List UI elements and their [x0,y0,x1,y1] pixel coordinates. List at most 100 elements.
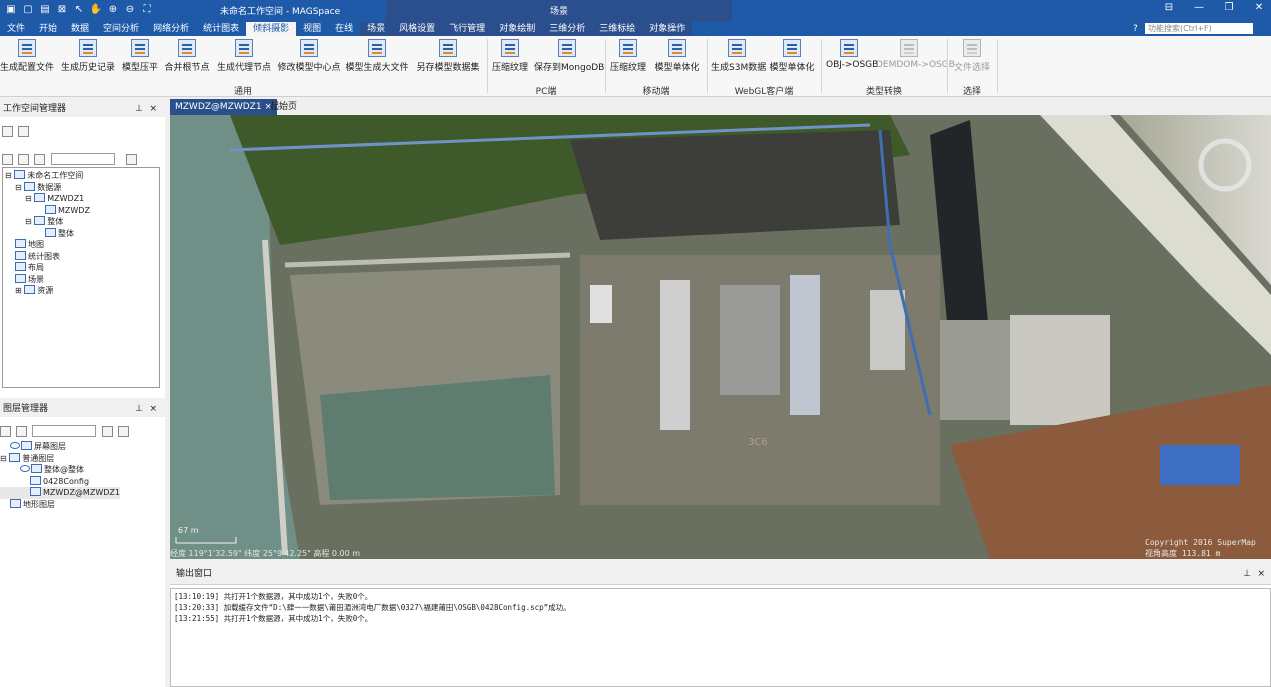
log-line: [13:20:33] 加载缓存文件“D:\肆一一数据\莆田湄洲湾电厂数据\032… [174,603,571,612]
doc-tab-scene[interactable]: MZWDZ@MZWDZ1 × [170,99,277,115]
scroll-up-icon[interactable] [125,153,137,165]
minimize-button[interactable]: — [1191,2,1207,13]
generate-history-button[interactable]: 生成历史记录 [60,39,116,73]
scene-view[interactable]: 3C6 Copyright 2016 SuperMap 视角高度 113.81 … [170,115,1271,559]
maximize-button[interactable]: ❐ [1221,2,1237,13]
close-panel-icon[interactable]: × [149,101,157,117]
modify-center-button[interactable]: 修改模型中心点 [277,39,341,73]
layer-search-input[interactable] [32,425,97,437]
doc-tab-start-page[interactable]: 起始页 [265,99,302,115]
scale-label: 67 m [178,526,199,535]
tree-node-datasources[interactable]: ⊟ 数据源 [5,181,90,194]
tab-start[interactable]: 开始 [32,22,64,36]
save-mongodb-button[interactable]: 保存到MongoDB [534,39,604,73]
tab-online[interactable]: 在线 [328,22,360,36]
search-icon[interactable] [34,153,46,165]
tree-node-scenes[interactable]: 场景 [5,273,90,286]
layer-tree: 屏幕图层 ⊟ 普通图层 整体@整体 0428Config MZWDZ@MZWDZ… [0,441,120,510]
tab-spatial-analysis[interactable]: 空间分析 [96,22,146,36]
coordinate-status: 经度 119°1'32.59" 纬度 25°9'42.25" 高程 0.00 m [170,549,361,558]
tree-node-charts[interactable]: 统计图表 [5,250,90,263]
tab-object-ops[interactable]: 对象操作 [642,22,693,36]
mobile-model-single-button[interactable]: 模型单体化 [652,39,702,73]
close-panel-icon[interactable]: × [149,401,157,417]
output-header: 输出窗口 ⊥ × [170,563,1271,585]
pin-icon[interactable]: ⊥ [135,401,143,417]
file-select-button: 文件选择 [952,39,992,73]
layer-node-screen[interactable]: 屏幕图层 [0,441,120,453]
zoom-in-icon[interactable]: ⊕ [106,3,120,17]
pc-compress-texture-button[interactable]: 压缩纹理 [491,39,529,73]
full-extent-icon[interactable]: ⛶ [140,3,154,17]
tab-file[interactable]: 文件 [0,22,32,36]
tree-node-whole-ds[interactable]: ⊟ 整体 [5,216,90,228]
tree-node-whole-dataset[interactable]: 整体 [5,227,90,240]
close-file-icon[interactable]: ⊠ [55,3,69,17]
move-up-icon[interactable] [101,425,113,437]
group-label-pc: PC端 [535,87,557,97]
pin-icon[interactable]: ⊥ [1243,563,1251,585]
properties-icon[interactable] [18,153,30,165]
tab-style[interactable]: 风格设置 [392,22,443,36]
layer-node-whole[interactable]: 整体@整体 [0,464,120,476]
generate-proxy-button[interactable]: 生成代理节点 [216,39,272,73]
tab-data[interactable]: 数据 [64,22,96,36]
pan-icon[interactable]: ✋ [89,3,103,17]
cache-layer-icon [30,475,41,485]
function-search-input[interactable]: 功能搜索(Ctrl+F) [1145,23,1253,34]
tree-node-layouts[interactable]: 布局 [5,262,90,274]
new-icon[interactable]: ▢ [21,3,35,17]
pin-icon[interactable]: ⊥ [135,101,143,117]
ribbon-toggle-icon[interactable]: ⊟ [1161,2,1177,13]
layer-node-terrain[interactable]: 地形图层 [0,498,120,511]
help-icon[interactable]: ? [1133,22,1138,36]
model-layer-icon [31,464,42,473]
zoom-out-icon[interactable]: ⊖ [123,3,137,17]
model-dataset-icon [45,227,56,237]
layout-icon [15,262,26,271]
search-icon[interactable] [16,425,28,437]
tree-view-icon[interactable] [2,126,13,137]
generate-s3m-button[interactable]: 生成S3M数据 [711,39,766,73]
mobile-compress-texture-button[interactable]: 压缩纹理 [609,39,647,73]
visible-eye-icon[interactable] [20,465,30,472]
tree-node-resources[interactable]: ⊞ 资源 [5,285,90,297]
layer-options-icon[interactable] [0,425,11,437]
layer-node-config[interactable]: 0428Config [0,475,120,488]
tab-oblique-photography[interactable]: 倾斜摄影 [246,22,297,36]
close-panel-icon[interactable]: × [1257,563,1265,585]
tree-node-workspace[interactable]: ⊟ 未命名工作空间 [5,170,90,182]
webgl-model-single-button[interactable]: 模型单体化 [768,39,816,73]
move-down-icon[interactable] [117,425,129,437]
model-flatten-button[interactable]: 模型压平 [120,39,160,73]
layer-node-mzwdz[interactable]: MZWDZ@MZWDZ1 [0,487,120,499]
tab-flight[interactable]: 飞行管理 [442,22,493,36]
tab-network-analysis[interactable]: 网络分析 [146,22,196,36]
generate-config-button[interactable]: 生成配置文件 [0,39,54,73]
pointer-icon[interactable]: ↖ [72,3,86,17]
tab-3d-analysis[interactable]: 三维分析 [542,22,593,36]
database-icon [34,216,46,225]
tab-3d-plot[interactable]: 三维标绘 [592,22,643,36]
tab-charts[interactable]: 统计图表 [196,22,246,36]
save-icon[interactable]: ▣ [4,3,18,17]
save-model-dataset-button[interactable]: 另存模型数据集 [416,39,480,73]
list-view-icon[interactable] [18,126,30,137]
tree-node-maps[interactable]: 地图 [5,239,90,251]
layer-node-normal[interactable]: ⊟ 普通图层 [0,452,120,465]
aerial-imagery: 3C6 Copyright 2016 SuperMap 视角高度 113.81 … [170,115,1271,559]
workspace-search-input[interactable] [50,153,115,165]
model-big-file-button[interactable]: 模型生成大文件 [345,39,409,73]
context-title: 场景 [549,7,568,17]
tree-node-mzwdz[interactable]: MZWDZ [5,204,90,217]
merge-root-button[interactable]: 合并根节点 [164,39,210,73]
visible-eye-icon[interactable] [10,442,20,449]
close-button[interactable]: ✕ [1251,2,1267,13]
tree-node-mzwdz1[interactable]: ⊟ MZWDZ1 [5,193,90,205]
tab-view[interactable]: 视图 [296,22,328,36]
tab-object-draw[interactable]: 对象绘制 [492,22,543,36]
obj-to-osgb-button[interactable]: OBJ->OSGB [826,39,878,70]
open-datasource-icon[interactable] [2,153,13,165]
tab-scene[interactable]: 场景 [360,22,393,36]
open-icon[interactable]: ▤ [38,3,52,17]
